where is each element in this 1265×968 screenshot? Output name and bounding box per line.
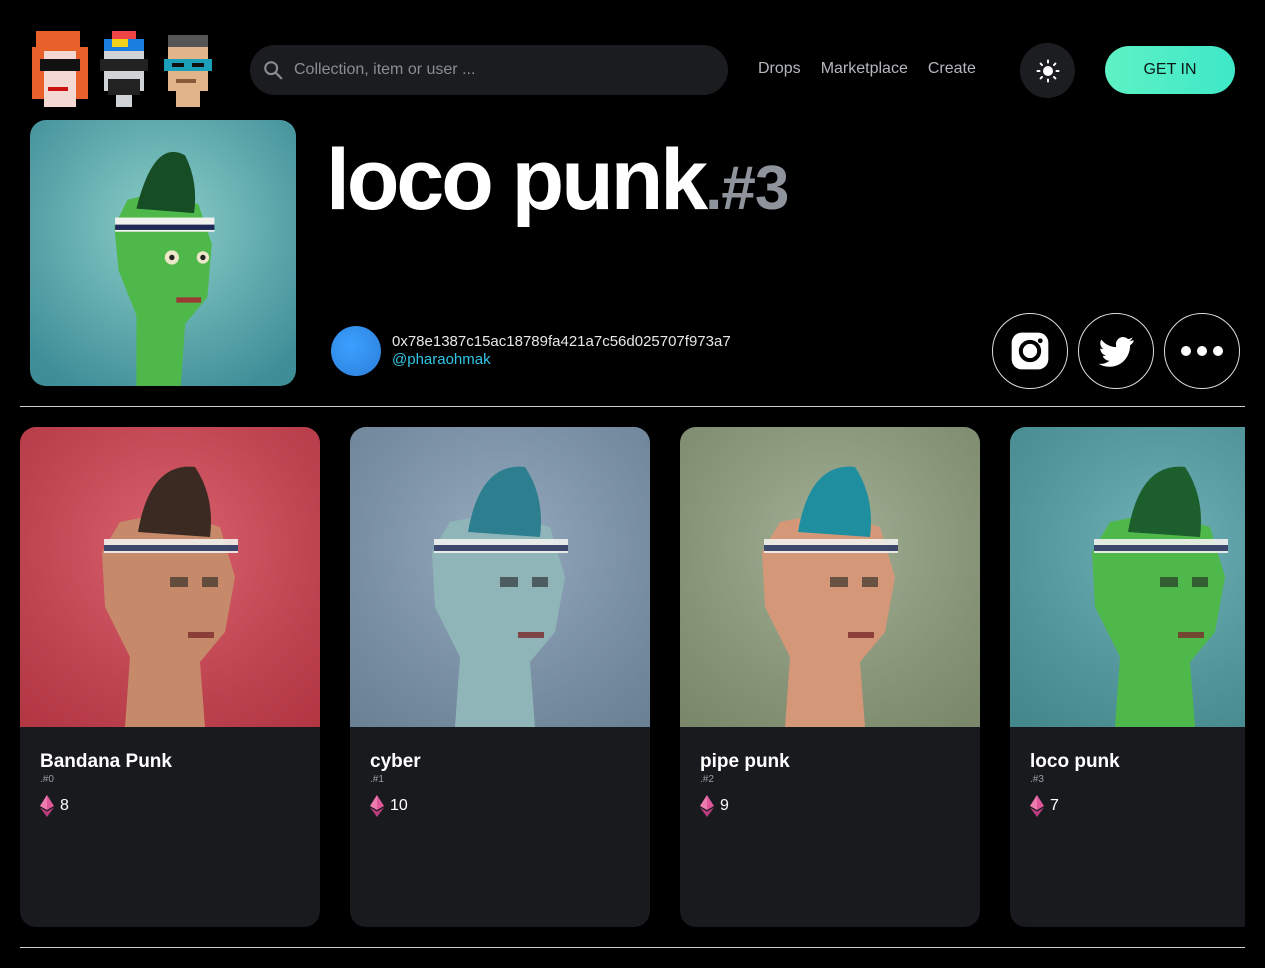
owner-handle-link[interactable]: @pharaohmak	[392, 351, 491, 368]
item-title-text: loco punk	[326, 132, 708, 228]
card-artwork	[20, 427, 320, 727]
nav-create[interactable]: Create	[928, 60, 976, 78]
nav-marketplace[interactable]: Marketplace	[821, 60, 908, 78]
item-card[interactable]: cyber .#1 10	[350, 427, 650, 927]
card-artwork	[1010, 427, 1245, 727]
card-price: 8	[40, 795, 69, 817]
card-price-value: 9	[720, 797, 729, 814]
ethereum-icon	[700, 795, 714, 817]
twitter-button[interactable]	[1078, 313, 1154, 389]
card-number: .#3	[1030, 774, 1044, 785]
instagram-button[interactable]	[992, 313, 1068, 389]
ethereum-icon	[370, 795, 384, 817]
card-number: .#0	[40, 774, 54, 785]
card-title: pipe punk	[700, 751, 790, 772]
site-logo[interactable]	[32, 30, 228, 108]
instagram-icon	[1011, 332, 1049, 370]
card-number: .#1	[370, 774, 384, 785]
more-icon	[1181, 346, 1223, 356]
main-nav: Drops Marketplace Create	[758, 60, 976, 78]
card-price: 9	[700, 795, 729, 817]
collection-cards: Bandana Punk .#0 8 cyber .#1 10 pipe pun…	[20, 427, 1245, 927]
card-title: loco punk	[1030, 751, 1120, 772]
more-options-button[interactable]	[1164, 313, 1240, 389]
section-divider-bottom	[20, 947, 1245, 948]
propeller-cap-punk-icon	[100, 31, 148, 107]
card-price-value: 10	[390, 797, 408, 814]
loco-punk-artwork	[30, 120, 296, 386]
nav-drops[interactable]: Drops	[758, 60, 801, 78]
card-price: 10	[370, 795, 408, 817]
get-in-button[interactable]: GET IN	[1105, 46, 1235, 94]
twitter-icon	[1098, 337, 1134, 367]
ethereum-icon	[40, 795, 54, 817]
card-artwork	[680, 427, 980, 727]
owner-address: 0x78e1387c15ac18789fa421a7c56d025707f973…	[392, 333, 731, 350]
hero-artwork	[30, 120, 296, 386]
search-icon	[264, 61, 283, 80]
card-number: .#2	[700, 774, 714, 785]
item-number: .#3	[705, 154, 789, 223]
search-bar[interactable]	[250, 45, 728, 95]
section-divider-top	[20, 406, 1245, 407]
red-hair-punk-icon	[32, 31, 88, 107]
item-card[interactable]: pipe punk .#2 9	[680, 427, 980, 927]
card-artwork	[350, 427, 650, 727]
glasses-punk-icon	[164, 35, 212, 107]
owner-avatar[interactable]	[331, 326, 381, 376]
card-title: cyber	[370, 751, 421, 772]
item-title: loco punk.#3	[326, 130, 789, 239]
search-input[interactable]	[294, 61, 694, 79]
card-price: 7	[1030, 795, 1059, 817]
item-card[interactable]: Bandana Punk .#0 8	[20, 427, 320, 927]
card-title: Bandana Punk	[40, 751, 172, 772]
theme-toggle-button[interactable]	[1020, 43, 1075, 98]
item-card[interactable]: loco punk .#3 7	[1010, 427, 1245, 927]
sun-icon	[1036, 59, 1059, 82]
card-price-value: 7	[1050, 797, 1059, 814]
card-price-value: 8	[60, 797, 69, 814]
ethereum-icon	[1030, 795, 1044, 817]
